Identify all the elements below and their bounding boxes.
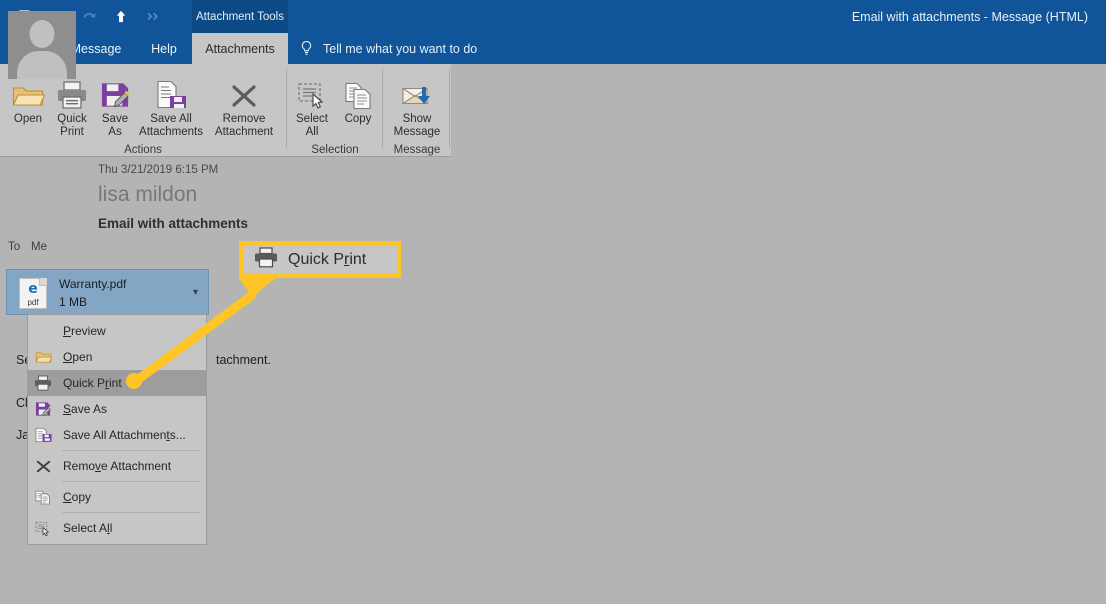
menu-item-save-as-label: Save As <box>63 402 108 416</box>
copy-icon <box>28 490 58 505</box>
tab-attachments[interactable]: Attachments <box>192 33 288 64</box>
menu-item-copy[interactable]: Copy <box>28 484 206 510</box>
avatar-head <box>29 20 55 48</box>
menu-separator <box>62 481 200 482</box>
ribbon-select-all-label: Select All <box>296 113 328 138</box>
printer-icon <box>254 246 278 273</box>
menu-item-remove-attachment-label: Remove Attachment <box>63 459 172 473</box>
chevron-down-icon[interactable]: ▾ <box>193 287 198 298</box>
ribbon-group-selection-title: Selection <box>311 144 359 156</box>
tell-me-label: Tell me what you want to do <box>323 41 478 56</box>
ribbon-divider <box>286 69 287 148</box>
annotation-callout-label: Quick Print <box>288 250 367 268</box>
menu-item-preview[interactable]: Preview <box>28 318 206 344</box>
edge-glyph: e <box>28 281 38 297</box>
save-as-icon <box>100 70 131 110</box>
save-all-icon <box>155 70 187 110</box>
title-bar: Attachment Tools Email with attachments … <box>0 0 1106 33</box>
menu-separator <box>62 512 200 513</box>
ribbon-group-message-title: Message <box>393 144 441 156</box>
menu-item-save-as[interactable]: Save As <box>28 396 206 422</box>
tell-me-search[interactable]: Tell me what you want to do <box>299 33 477 64</box>
attachment-tile[interactable]: e pdf Warranty.pdf 1 MB ▾ <box>6 269 209 315</box>
ribbon-group-message: Show Message Message <box>384 64 450 157</box>
page-title: Email with attachments <box>98 216 249 231</box>
lightbulb-icon <box>299 40 314 57</box>
avatar <box>8 11 76 79</box>
contextual-tool-label: Attachment Tools <box>195 10 284 23</box>
open-folder-icon <box>28 350 58 364</box>
ribbon-remove-attachment-button[interactable]: Remove Attachment <box>204 70 284 139</box>
printer-icon <box>28 375 58 391</box>
ribbon-empty-area <box>451 64 1106 157</box>
menu-item-save-all-attachments-label: Save All Attachments... <box>63 428 186 442</box>
ribbon-remove-attachment-label: Remove Attachment <box>214 113 274 138</box>
ribbon-save-as-label: Save As <box>101 113 129 138</box>
save-as-icon <box>28 401 58 417</box>
ribbon-divider <box>449 69 450 148</box>
menu-item-select-all-label: Select All <box>63 521 113 535</box>
remove-attachment-icon <box>229 70 259 110</box>
ribbon-quick-print-label: Quick Print <box>57 113 87 138</box>
menu-item-preview-label: Preview <box>63 324 106 338</box>
menu-separator <box>62 450 200 451</box>
ribbon: Open Quick Print Save As Save All Attach… <box>0 64 1106 157</box>
pdf-glyph: pdf <box>27 298 39 307</box>
ribbon-group-selection: Select All Copy Selection <box>288 64 382 157</box>
ribbon-divider <box>382 69 383 148</box>
select-all-icon <box>28 521 58 536</box>
menu-item-save-all-attachments[interactable]: Save All Attachments... <box>28 422 206 448</box>
menu-item-quick-print[interactable]: Quick Print <box>28 370 206 396</box>
tab-help[interactable]: Help <box>140 33 188 64</box>
ribbon-open-label: Open <box>13 113 43 125</box>
select-all-icon <box>297 70 327 110</box>
menu-item-quick-print-label: Quick Print <box>63 376 122 390</box>
message-sender: lisa mildon <box>98 183 198 206</box>
ribbon-copy-label: Copy <box>344 113 372 125</box>
ribbon-show-message-button[interactable]: Show Message <box>384 70 450 139</box>
menu-item-open-label: Open <box>63 350 93 364</box>
ribbon-group-actions-title: Actions <box>124 144 162 156</box>
attachment-filesize: 1 MB <box>59 295 88 309</box>
body-text-line1-right: tachment. <box>216 353 271 367</box>
ribbon-copy-button[interactable]: Copy <box>334 70 382 126</box>
recipient-label: To <box>8 241 21 253</box>
window-title: Email with attachments - Message (HTML) <box>851 9 1088 24</box>
up-arrow-icon[interactable] <box>106 3 136 31</box>
menu-item-open[interactable]: Open <box>28 344 206 370</box>
copy-icon <box>343 70 373 110</box>
annotation-callout: Quick Print <box>239 241 401 278</box>
ribbon-save-all-attachments-button[interactable]: Save All Attachments <box>130 70 212 139</box>
attachment-context-menu: Preview Open Quick Print Save As Save Al… <box>27 314 207 545</box>
redo-icon[interactable] <box>74 3 104 31</box>
attachment-filename: Warranty.pdf <box>59 277 127 291</box>
menu-item-remove-attachment[interactable]: Remove Attachment <box>28 453 206 479</box>
ribbon-quick-print-button[interactable]: Quick Print <box>48 70 96 139</box>
overflow-icon[interactable] <box>138 3 168 31</box>
menu-item-select-all[interactable]: Select All <box>28 515 206 541</box>
save-all-icon <box>28 427 58 443</box>
remove-attachment-icon <box>28 459 58 474</box>
recipient-value[interactable]: Me <box>31 241 47 253</box>
ribbon-save-all-attachments-label: Save All Attachments <box>139 113 203 138</box>
ribbon-tab-strip: File Message Help Attachments Tell me wh… <box>0 33 1106 64</box>
avatar-body <box>17 51 67 79</box>
ribbon-select-all-button[interactable]: Select All <box>288 70 336 139</box>
show-message-icon <box>400 70 434 110</box>
pdf-file-icon: e pdf <box>19 278 47 309</box>
ribbon-show-message-label: Show Message <box>393 113 441 138</box>
menu-item-copy-label: Copy <box>63 490 92 504</box>
message-date: Thu 3/21/2019 6:15 PM <box>98 164 219 176</box>
